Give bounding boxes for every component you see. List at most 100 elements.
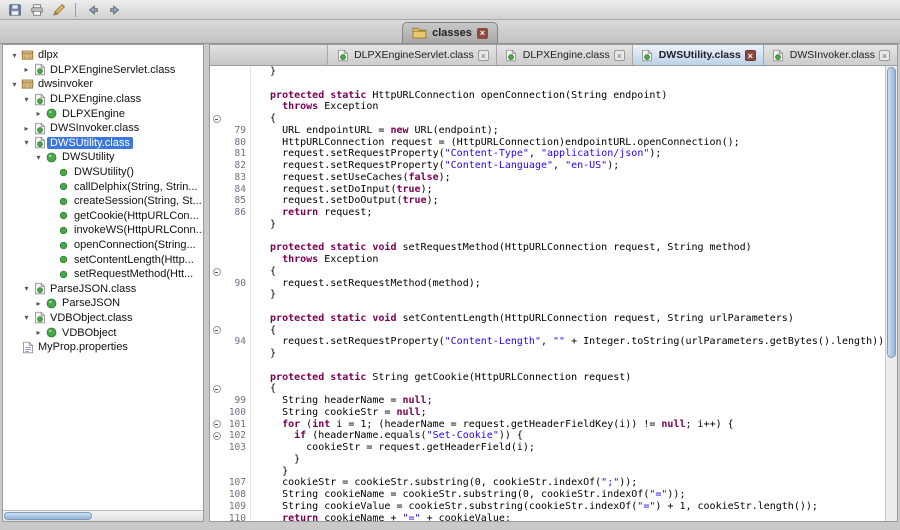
line-number: 82 bbox=[223, 160, 250, 172]
tree-item-label: DWSUtility() bbox=[71, 166, 137, 178]
fold-spacer bbox=[210, 454, 223, 466]
tree-item-label: getCookie(HttpURLCon... bbox=[71, 210, 202, 222]
tree-item[interactable]: ▸DWSInvoker.class bbox=[3, 121, 203, 136]
editor-tab[interactable]: DLPXEngineServlet.class× bbox=[327, 45, 496, 65]
code-text: protected static HttpURLConnection openC… bbox=[250, 90, 667, 102]
tree-item[interactable]: ▾dwsinvoker bbox=[3, 77, 203, 92]
expand-arrow-icon[interactable]: ▸ bbox=[21, 65, 32, 74]
close-icon[interactable]: × bbox=[745, 50, 756, 61]
collapse-arrow-icon[interactable]: ▾ bbox=[21, 313, 32, 322]
collapse-arrow-icon[interactable]: ▾ bbox=[21, 95, 32, 104]
tree-item[interactable]: setContentLength(Http... bbox=[3, 252, 203, 267]
tree-item[interactable]: callDelphix(String, Strin... bbox=[3, 179, 203, 194]
code-text: request.setDoOutput(true); bbox=[250, 195, 439, 207]
code-text: { bbox=[250, 325, 276, 337]
tree-item[interactable]: ▾dlpx bbox=[3, 48, 203, 63]
close-icon[interactable]: × bbox=[477, 28, 488, 39]
line-number: 79 bbox=[223, 125, 250, 137]
close-icon[interactable]: × bbox=[614, 50, 625, 61]
tree-item[interactable]: setRequestMethod(Htt... bbox=[3, 267, 203, 282]
fold-collapse-icon[interactable] bbox=[210, 266, 223, 278]
fold-collapse-icon[interactable] bbox=[210, 419, 223, 431]
expand-arrow-icon[interactable]: ▸ bbox=[33, 328, 44, 337]
code-line: protected static String getCookie(HttpUR… bbox=[210, 372, 897, 384]
collapse-arrow-icon[interactable]: ▾ bbox=[21, 138, 32, 147]
tree-item[interactable]: ▾DWSUtility bbox=[3, 150, 203, 165]
tree-item[interactable]: openConnection(String... bbox=[3, 238, 203, 253]
code-line: 84 request.setDoInput(true); bbox=[210, 184, 897, 196]
tree-item[interactable]: DWSUtility() bbox=[3, 165, 203, 180]
expand-arrow-icon[interactable]: ▸ bbox=[21, 124, 32, 133]
editor-tab[interactable]: DLPXEngine.class× bbox=[496, 45, 632, 65]
tree-item-label: DLPXEngine bbox=[59, 108, 128, 120]
line-number bbox=[223, 313, 250, 325]
fold-collapse-icon[interactable] bbox=[210, 383, 223, 395]
print-icon[interactable] bbox=[27, 1, 46, 18]
code-text: } bbox=[250, 66, 276, 78]
collapse-arrow-icon[interactable]: ▾ bbox=[21, 284, 32, 293]
code-text: cookieStr = request.getHeaderField(i); bbox=[250, 442, 535, 454]
line-number bbox=[223, 113, 250, 125]
tree-item[interactable]: createSession(String, St... bbox=[3, 194, 203, 209]
view-tab-classes[interactable]: classes × bbox=[402, 22, 498, 43]
line-number bbox=[223, 372, 250, 384]
main-area: ▾dlpx▸DLPXEngineServlet.class▾dwsinvoker… bbox=[2, 44, 898, 522]
fold-spacer bbox=[210, 207, 223, 219]
editor-tab[interactable]: DWSUtility.class× bbox=[632, 45, 763, 65]
code-text: HttpURLConnection request = (HttpURLConn… bbox=[250, 137, 740, 149]
editor-tab-bar: DLPXEngineServlet.class×DLPXEngine.class… bbox=[210, 45, 897, 66]
tree-item[interactable]: getCookie(HttpURLCon... bbox=[3, 209, 203, 224]
collapse-arrow-icon[interactable]: ▾ bbox=[9, 51, 20, 60]
line-number bbox=[223, 242, 250, 254]
collapse-arrow-icon[interactable]: ▾ bbox=[9, 80, 20, 89]
fold-spacer bbox=[210, 489, 223, 501]
tree-item[interactable]: ▾DLPXEngine.class bbox=[3, 92, 203, 107]
tree-horizontal-scrollbar[interactable] bbox=[3, 510, 203, 521]
line-number: 94 bbox=[223, 336, 250, 348]
fold-spacer bbox=[210, 501, 223, 513]
tree-item[interactable]: ▾DWSUtility.class bbox=[3, 136, 203, 151]
pencil-icon[interactable] bbox=[49, 1, 68, 18]
class-file-icon bbox=[32, 311, 47, 324]
line-number bbox=[223, 301, 250, 313]
fold-spacer bbox=[210, 348, 223, 360]
tree-item[interactable]: ▸ParseJSON bbox=[3, 296, 203, 311]
fold-spacer bbox=[210, 184, 223, 196]
fold-spacer bbox=[210, 442, 223, 454]
code-line: } bbox=[210, 454, 897, 466]
code-editor[interactable]: } protected static HttpURLConnection ope… bbox=[210, 66, 897, 521]
forward-icon[interactable] bbox=[105, 1, 124, 18]
editor-tab[interactable]: DWSInvoker.class× bbox=[763, 45, 897, 65]
code-text bbox=[250, 301, 258, 313]
code-line: } bbox=[210, 289, 897, 301]
fold-collapse-icon[interactable] bbox=[210, 325, 223, 337]
fold-spacer bbox=[210, 195, 223, 207]
expand-arrow-icon[interactable]: ▸ bbox=[33, 299, 44, 308]
code-line: { bbox=[210, 113, 897, 125]
line-number bbox=[223, 266, 250, 278]
expand-arrow-icon[interactable]: ▸ bbox=[33, 109, 44, 118]
package-icon bbox=[20, 78, 35, 91]
save-icon[interactable] bbox=[5, 1, 24, 18]
close-icon[interactable]: × bbox=[478, 50, 489, 61]
close-icon[interactable]: × bbox=[879, 50, 890, 61]
fold-spacer bbox=[210, 466, 223, 478]
back-icon[interactable] bbox=[83, 1, 102, 18]
tree-item[interactable]: ▸VDBObject bbox=[3, 325, 203, 340]
collapse-arrow-icon[interactable]: ▾ bbox=[33, 153, 44, 162]
editor-vertical-scrollbar[interactable] bbox=[885, 66, 897, 521]
code-line: 90 request.setRequestMethod(method); bbox=[210, 278, 897, 290]
scrollbar-thumb[interactable] bbox=[4, 512, 92, 520]
tree-item[interactable]: MyProp.properties bbox=[3, 340, 203, 355]
tree-item[interactable]: ▾ParseJSON.class bbox=[3, 282, 203, 297]
fold-spacer bbox=[210, 231, 223, 243]
fold-collapse-icon[interactable] bbox=[210, 113, 223, 125]
tree-item[interactable]: ▸ DLPXEngine bbox=[3, 106, 203, 121]
tree-item[interactable]: invokeWS(HttpURLConn... bbox=[3, 223, 203, 238]
fold-collapse-icon[interactable] bbox=[210, 430, 223, 442]
tree-item[interactable]: ▾VDBObject.class bbox=[3, 311, 203, 326]
scrollbar-thumb[interactable] bbox=[887, 67, 896, 358]
tree-item[interactable]: ▸DLPXEngineServlet.class bbox=[3, 63, 203, 78]
method-icon bbox=[56, 239, 71, 252]
code-text: String headerName = null; bbox=[250, 395, 433, 407]
